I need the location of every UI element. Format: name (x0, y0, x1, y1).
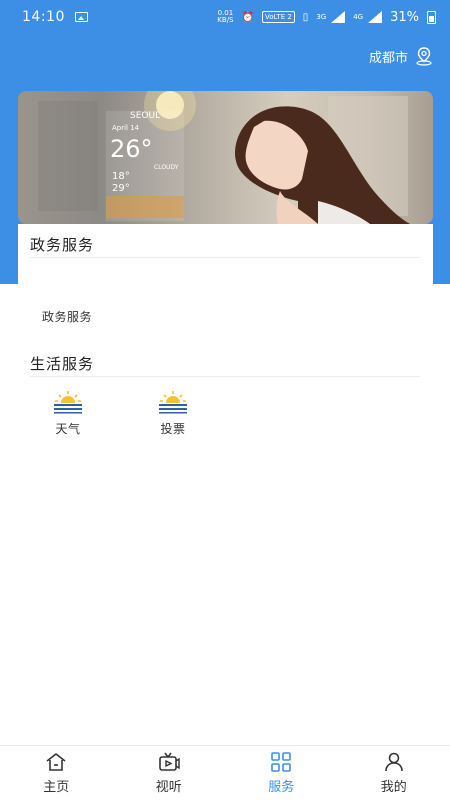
battery-percent: 31% (390, 9, 419, 25)
life-section-divider (30, 376, 420, 377)
grid-icon (270, 751, 292, 772)
nav-mine[interactable]: 我的 (338, 746, 450, 800)
nav-service-label: 服务 (268, 779, 295, 795)
nav-home-label: 主页 (43, 779, 70, 795)
nav-service[interactable]: 服务 (225, 746, 338, 800)
vote-service-item[interactable]: 投票 (143, 390, 203, 437)
alarm-icon: ⏰ (241, 11, 254, 23)
city-label: 成都市 (368, 50, 408, 66)
status-icons: 0.01 KB/S ⏰ VoLTE 2 ▯ 3G 4G 31% (217, 10, 436, 25)
banner-temperature: 26° (110, 135, 153, 163)
vibrate-icon: ▯ (302, 11, 309, 23)
gov-section-divider (30, 257, 420, 258)
gov-service-item[interactable]: 政务服务 (42, 308, 92, 325)
signal-icon-1 (331, 11, 346, 23)
promo-banner[interactable]: SEOUL April 14 26° CLOUDY 18° 29° (18, 91, 433, 224)
banner-city: SEOUL (130, 111, 161, 121)
status-bar: 14:10 0.01 KB/S ⏰ VoLTE 2 ▯ 3G 4G 31% (0, 0, 450, 34)
city-selector[interactable]: 成都市 (369, 46, 434, 66)
status-time: 14:10 (22, 9, 65, 25)
nav-mine-label: 我的 (380, 779, 407, 795)
network-4g: 4G (353, 13, 364, 21)
sunrise-icon (38, 390, 98, 414)
location-pin-icon (414, 46, 434, 66)
gallery-notification-icon (74, 12, 88, 22)
vote-label: 投票 (160, 422, 186, 436)
banner-image (38, 91, 410, 224)
sunrise-icon (143, 390, 203, 414)
battery-icon (427, 10, 436, 24)
bottom-nav: 主页 视听 服务 我的 (0, 745, 450, 800)
weather-label: 天气 (55, 422, 81, 436)
nav-media[interactable]: 视听 (113, 746, 226, 800)
weather-service-item[interactable]: 天气 (38, 390, 98, 437)
tv-icon (158, 752, 180, 772)
home-icon (45, 752, 67, 772)
gov-section-title: 政务服务 (30, 236, 95, 254)
signal-icon-2 (368, 11, 383, 23)
banner-date: April 14 (112, 124, 140, 132)
nav-media-label: 视听 (155, 779, 182, 795)
nav-home[interactable]: 主页 (0, 746, 113, 800)
banner-low: 18° (112, 171, 130, 182)
banner-high: 29° (112, 183, 130, 194)
life-section-title: 生活服务 (30, 355, 95, 373)
banner-status: CLOUDY (154, 164, 179, 171)
volte-badge: VoLTE 2 (261, 11, 295, 23)
network-3g: 3G (316, 13, 327, 21)
user-icon (383, 752, 405, 772)
net-speed: 0.01 KB/S (217, 9, 234, 24)
